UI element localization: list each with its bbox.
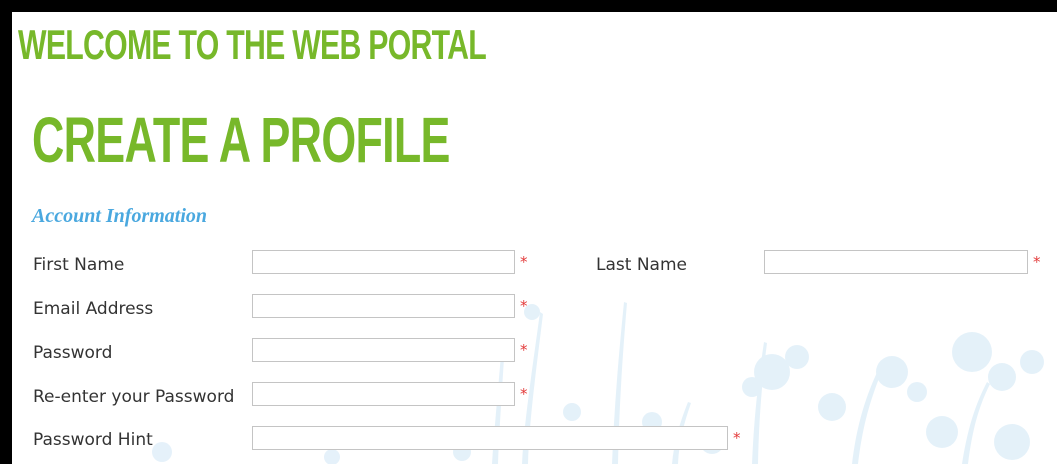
first-name-required-marker: * [520, 253, 528, 271]
last-name-required-marker: * [1033, 253, 1041, 271]
password-confirm-required-marker: * [520, 385, 528, 403]
email-label: Email Address [33, 299, 154, 319]
email-required-marker: * [520, 297, 528, 315]
password-input[interactable] [252, 338, 515, 362]
page-title: CREATE A PROFILE [32, 104, 450, 176]
first-name-input[interactable] [252, 250, 515, 274]
last-name-input[interactable] [764, 250, 1028, 274]
password-hint-input[interactable] [252, 426, 728, 450]
first-name-label: First Name [33, 255, 125, 275]
password-confirm-input[interactable] [252, 382, 515, 406]
email-input[interactable] [252, 294, 515, 318]
password-label: Password [33, 343, 113, 363]
portal-title: WELCOME TO THE WEB PORTAL [18, 21, 487, 68]
password-hint-required-marker: * [733, 429, 741, 447]
password-hint-label: Password Hint [33, 430, 153, 450]
page-panel: WELCOME TO THE WEB PORTAL CREATE A PROFI… [12, 12, 1057, 464]
password-confirm-label: Re-enter your Password [33, 387, 235, 407]
section-heading-account-information: Account Information [32, 205, 208, 227]
password-required-marker: * [520, 341, 528, 359]
last-name-label: Last Name [596, 255, 687, 275]
window-frame: WELCOME TO THE WEB PORTAL CREATE A PROFI… [0, 0, 1057, 464]
